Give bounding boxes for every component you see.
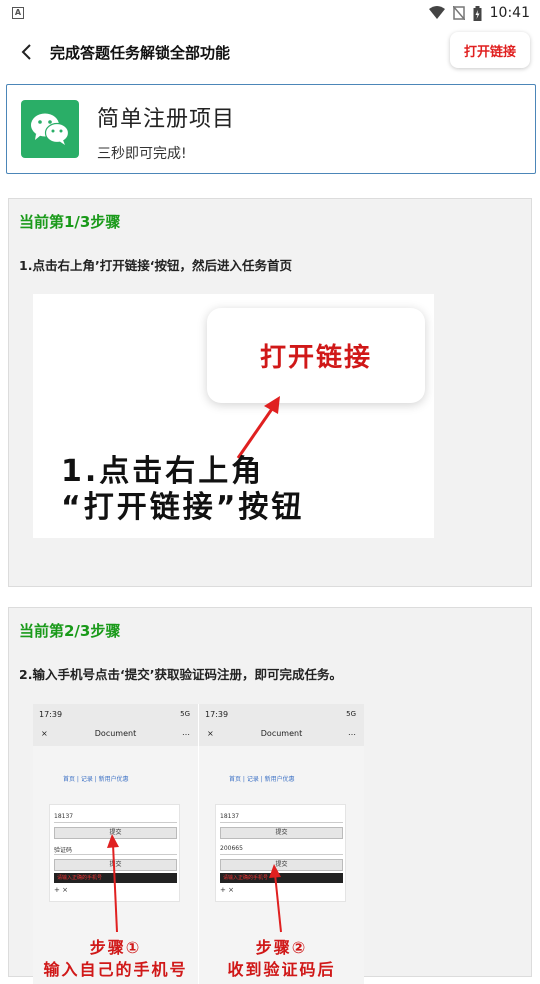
open-link-button[interactable]: 打开链接 [450,32,530,68]
page-title: 完成答题任务解锁全部功能 [50,43,231,62]
wifi-icon [428,6,445,19]
step-illustration: 17:39 5G × Document … 首页 | 记录 | 新用户优惠 181… [33,704,364,984]
clock: 10:41 [489,5,530,21]
battery-icon [473,5,482,21]
arrow-icon [236,396,280,459]
project-subtitle: 三秒即可完成! [97,146,187,162]
arrow-icon [269,864,282,933]
arrow-icon [107,834,119,933]
app-notification-icon: A [12,7,24,19]
illustration-caption: 1.点击右上角 “打开链接”按钮 [61,454,305,525]
back-arrow-icon [21,44,31,60]
step-instruction: 1.点击右上角’打开链接‘按钮，然后进入任务首页 [19,258,292,273]
nav-bar: 完成答题任务解锁全部功能 打开链接 [0,26,540,78]
illustration-open-link-pill: 打开链接 [207,308,425,403]
step-heading: 当前第2/3步骤 [19,622,121,640]
no-sim-icon [452,6,465,20]
step-heading: 当前第1/3步骤 [19,213,121,231]
back-button[interactable] [6,32,46,72]
step-illustration: 打开链接 1.点击右上角 “打开链接”按钮 [33,294,434,538]
wechat-icon [21,100,79,158]
phone-screenshot-1: 17:39 5G × Document … 首页 | 记录 | 新用户优惠 181… [33,704,198,984]
project-name: 简单注册项目 [97,107,236,132]
project-card: 简单注册项目 三秒即可完成! [6,84,536,174]
step-card-2: 当前第2/3步骤 2.输入手机号点击‘提交’获取验证码注册，即可完成任务。 17… [8,607,532,984]
step-instruction: 2.输入手机号点击‘提交’获取验证码注册，即可完成任务。 [19,667,342,682]
step-card-1: 当前第1/3步骤 1.点击右上角’打开链接‘按钮，然后进入任务首页 打开链接 1… [8,198,532,587]
status-bar: A 10:41 [0,0,540,26]
phone-screenshot-2: 17:39 5G × Document … 首页 | 记录 | 新用户优惠 181… [199,704,364,984]
